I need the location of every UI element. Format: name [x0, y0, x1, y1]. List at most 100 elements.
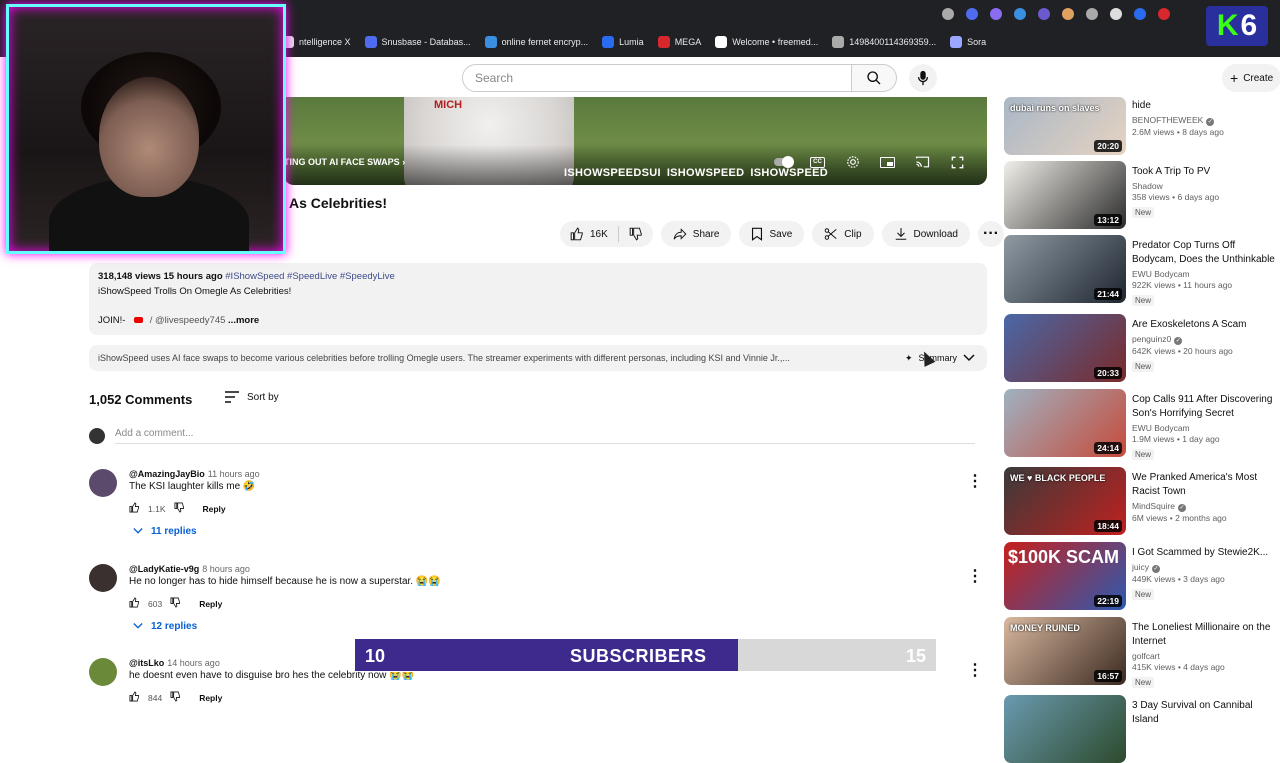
cast-button[interactable] — [913, 155, 932, 169]
ai-summary-bar[interactable]: iShowSpeed uses AI face swaps to become … — [89, 345, 987, 371]
commenter-handle[interactable]: @itsLko — [129, 658, 164, 668]
extension-icon[interactable] — [1086, 8, 1098, 20]
extension-icon[interactable] — [1014, 8, 1026, 20]
related-video-title[interactable]: Predator Cop Turns Off Bodycam, Does the… — [1132, 239, 1280, 267]
related-video-title[interactable]: The Loneliest Millionaire on the Interne… — [1132, 621, 1280, 649]
create-button[interactable]: + Create — [1222, 64, 1280, 92]
commenter-handle[interactable]: @AmazingJayBio — [129, 469, 205, 479]
comment-like-button[interactable] — [129, 691, 140, 704]
related-video-channel[interactable]: golfcart — [1132, 651, 1160, 661]
comment-time[interactable]: 8 hours ago — [202, 564, 250, 574]
comment-like-button[interactable] — [129, 502, 140, 515]
chapter-title[interactable]: TING OUT AI FACE SWAPS › — [284, 157, 405, 167]
related-video-title[interactable]: Are Exoskeletons A Scam — [1132, 318, 1280, 332]
bookmark-icon — [752, 227, 763, 241]
comment-dislike-button[interactable] — [174, 502, 185, 515]
bookmark-item[interactable]: Snusbase - Databas... — [364, 36, 471, 48]
comment-menu-button[interactable]: ⋮ — [967, 566, 983, 586]
bookmark-item[interactable]: MEGA — [657, 36, 701, 48]
related-video-channel[interactable]: Shadow — [1132, 181, 1163, 191]
cast-icon — [915, 156, 930, 168]
extension-icon[interactable] — [942, 8, 954, 20]
video-thumbnail[interactable]: 13:12 — [1004, 161, 1126, 229]
captions-button[interactable]: CC — [808, 155, 827, 169]
comment-dislike-button[interactable] — [170, 597, 181, 610]
video-thumbnail[interactable]: dubai runs on slaves 20:20 — [1004, 97, 1126, 155]
video-thumbnail[interactable]: WE ♥ BLACK PEOPLE 18:44 — [1004, 467, 1126, 535]
fullscreen-button[interactable] — [948, 155, 967, 169]
search-button[interactable] — [852, 64, 897, 92]
video-duration: 24:14 — [1094, 442, 1122, 454]
extension-icon[interactable] — [1158, 8, 1170, 20]
search-input[interactable]: Search — [462, 64, 852, 92]
video-thumbnail[interactable]: 24:14 — [1004, 389, 1126, 457]
bookmark-item[interactable]: ntelligence X — [282, 36, 351, 48]
voice-search-button[interactable] — [909, 64, 937, 92]
create-label: Create — [1243, 72, 1274, 84]
commenter-avatar[interactable] — [89, 564, 117, 592]
bookmark-item[interactable]: Lumia — [602, 36, 644, 48]
video-player[interactable]: MICH TING OUT AI FACE SWAPS › ISHOWSPEED… — [284, 97, 987, 185]
extension-icon[interactable] — [1062, 8, 1074, 20]
add-comment-input[interactable]: Add a comment... — [115, 428, 975, 444]
reply-button[interactable]: Reply — [203, 504, 226, 514]
show-more-link[interactable]: ...more — [228, 315, 259, 326]
bookmark-item[interactable]: online fernet encryp... — [484, 36, 588, 48]
related-video-channel[interactable]: MindSquire — [1132, 501, 1175, 511]
miniplayer-button[interactable] — [878, 155, 897, 169]
video-thumbnail[interactable]: 21:44 — [1004, 235, 1126, 303]
commenter-avatar[interactable] — [89, 658, 117, 686]
save-button[interactable]: Save — [739, 221, 805, 247]
related-video-title[interactable]: Took A Trip To PV — [1132, 165, 1280, 179]
more-actions-button[interactable]: ··· — [978, 221, 1004, 247]
video-thumbnail[interactable] — [1004, 695, 1126, 763]
autoplay-toggle[interactable] — [773, 155, 794, 169]
settings-button[interactable] — [843, 155, 862, 169]
dislike-button[interactable] — [619, 221, 653, 247]
related-video-stats: 415K views • 4 days ago — [1132, 662, 1225, 672]
related-video-channel[interactable]: BENOFTHEWEEK — [1132, 115, 1203, 125]
extension-icon[interactable] — [1038, 8, 1050, 20]
bookmark-list: ntelligence X Snusbase - Databas... online… — [282, 33, 986, 51]
hashtags[interactable]: #IShowSpeed #SpeedLive #SpeedyLive — [225, 271, 395, 282]
related-video-title[interactable]: hide — [1132, 99, 1280, 113]
commenter-handle[interactable]: @LadyKatie-v9g — [129, 564, 199, 574]
like-button[interactable]: 16K — [560, 221, 618, 247]
comment-menu-button[interactable]: ⋮ — [967, 471, 983, 491]
download-button[interactable]: Download — [881, 221, 970, 247]
reply-button[interactable]: Reply — [199, 693, 222, 703]
view-replies-button[interactable]: 12 replies — [133, 621, 197, 632]
bookmark-item[interactable]: Welcome • freemed... — [715, 36, 818, 48]
related-video-channel[interactable]: penguinz0 — [1132, 334, 1171, 344]
extension-icon[interactable] — [1134, 8, 1146, 20]
related-video-channel[interactable]: EWU Bodycam — [1132, 269, 1190, 279]
summary-button[interactable]: ✦ Summary — [905, 353, 975, 364]
comment-menu-button[interactable]: ⋮ — [967, 660, 983, 680]
related-video-title[interactable]: Cop Calls 911 After Discovering Son's Ho… — [1132, 393, 1280, 421]
share-button[interactable]: Share — [660, 221, 732, 247]
comment-like-button[interactable] — [129, 597, 140, 610]
sort-comments-button[interactable]: Sort by — [225, 391, 279, 403]
related-video-title[interactable]: 3 Day Survival on Cannibal Island — [1132, 699, 1280, 727]
clip-button[interactable]: Clip — [812, 221, 874, 247]
video-thumbnail[interactable]: $100K SCAM 22:19 — [1004, 542, 1126, 610]
extension-icon[interactable] — [990, 8, 1002, 20]
extension-icon[interactable] — [1110, 8, 1122, 20]
channel-link[interactable]: / @livespeedy745 — [150, 315, 226, 326]
view-replies-button[interactable]: 11 replies — [133, 526, 197, 537]
bookmark-item[interactable]: Sora — [950, 36, 986, 48]
related-video-title[interactable]: I Got Scammed by Stewie2K... — [1132, 546, 1280, 560]
description-box[interactable]: 318,148 views 15 hours ago #IShowSpeed #… — [89, 263, 987, 335]
commenter-avatar[interactable] — [89, 469, 117, 497]
related-video-title[interactable]: We Pranked America's Most Racist Town — [1132, 471, 1280, 499]
bookmark-item[interactable]: 1498400114369359... — [832, 36, 936, 48]
reply-button[interactable]: Reply — [199, 599, 222, 609]
video-thumbnail[interactable]: 20:33 — [1004, 314, 1126, 382]
comment-time[interactable]: 11 hours ago — [208, 469, 260, 479]
extension-icon[interactable] — [966, 8, 978, 20]
comment-time[interactable]: 14 hours ago — [167, 658, 220, 668]
video-thumbnail[interactable]: MONEY RUINED 16:57 — [1004, 617, 1126, 685]
related-video-channel[interactable]: juicy — [1132, 562, 1149, 572]
related-video-channel[interactable]: EWU Bodycam — [1132, 423, 1190, 433]
comment-dislike-button[interactable] — [170, 691, 181, 704]
